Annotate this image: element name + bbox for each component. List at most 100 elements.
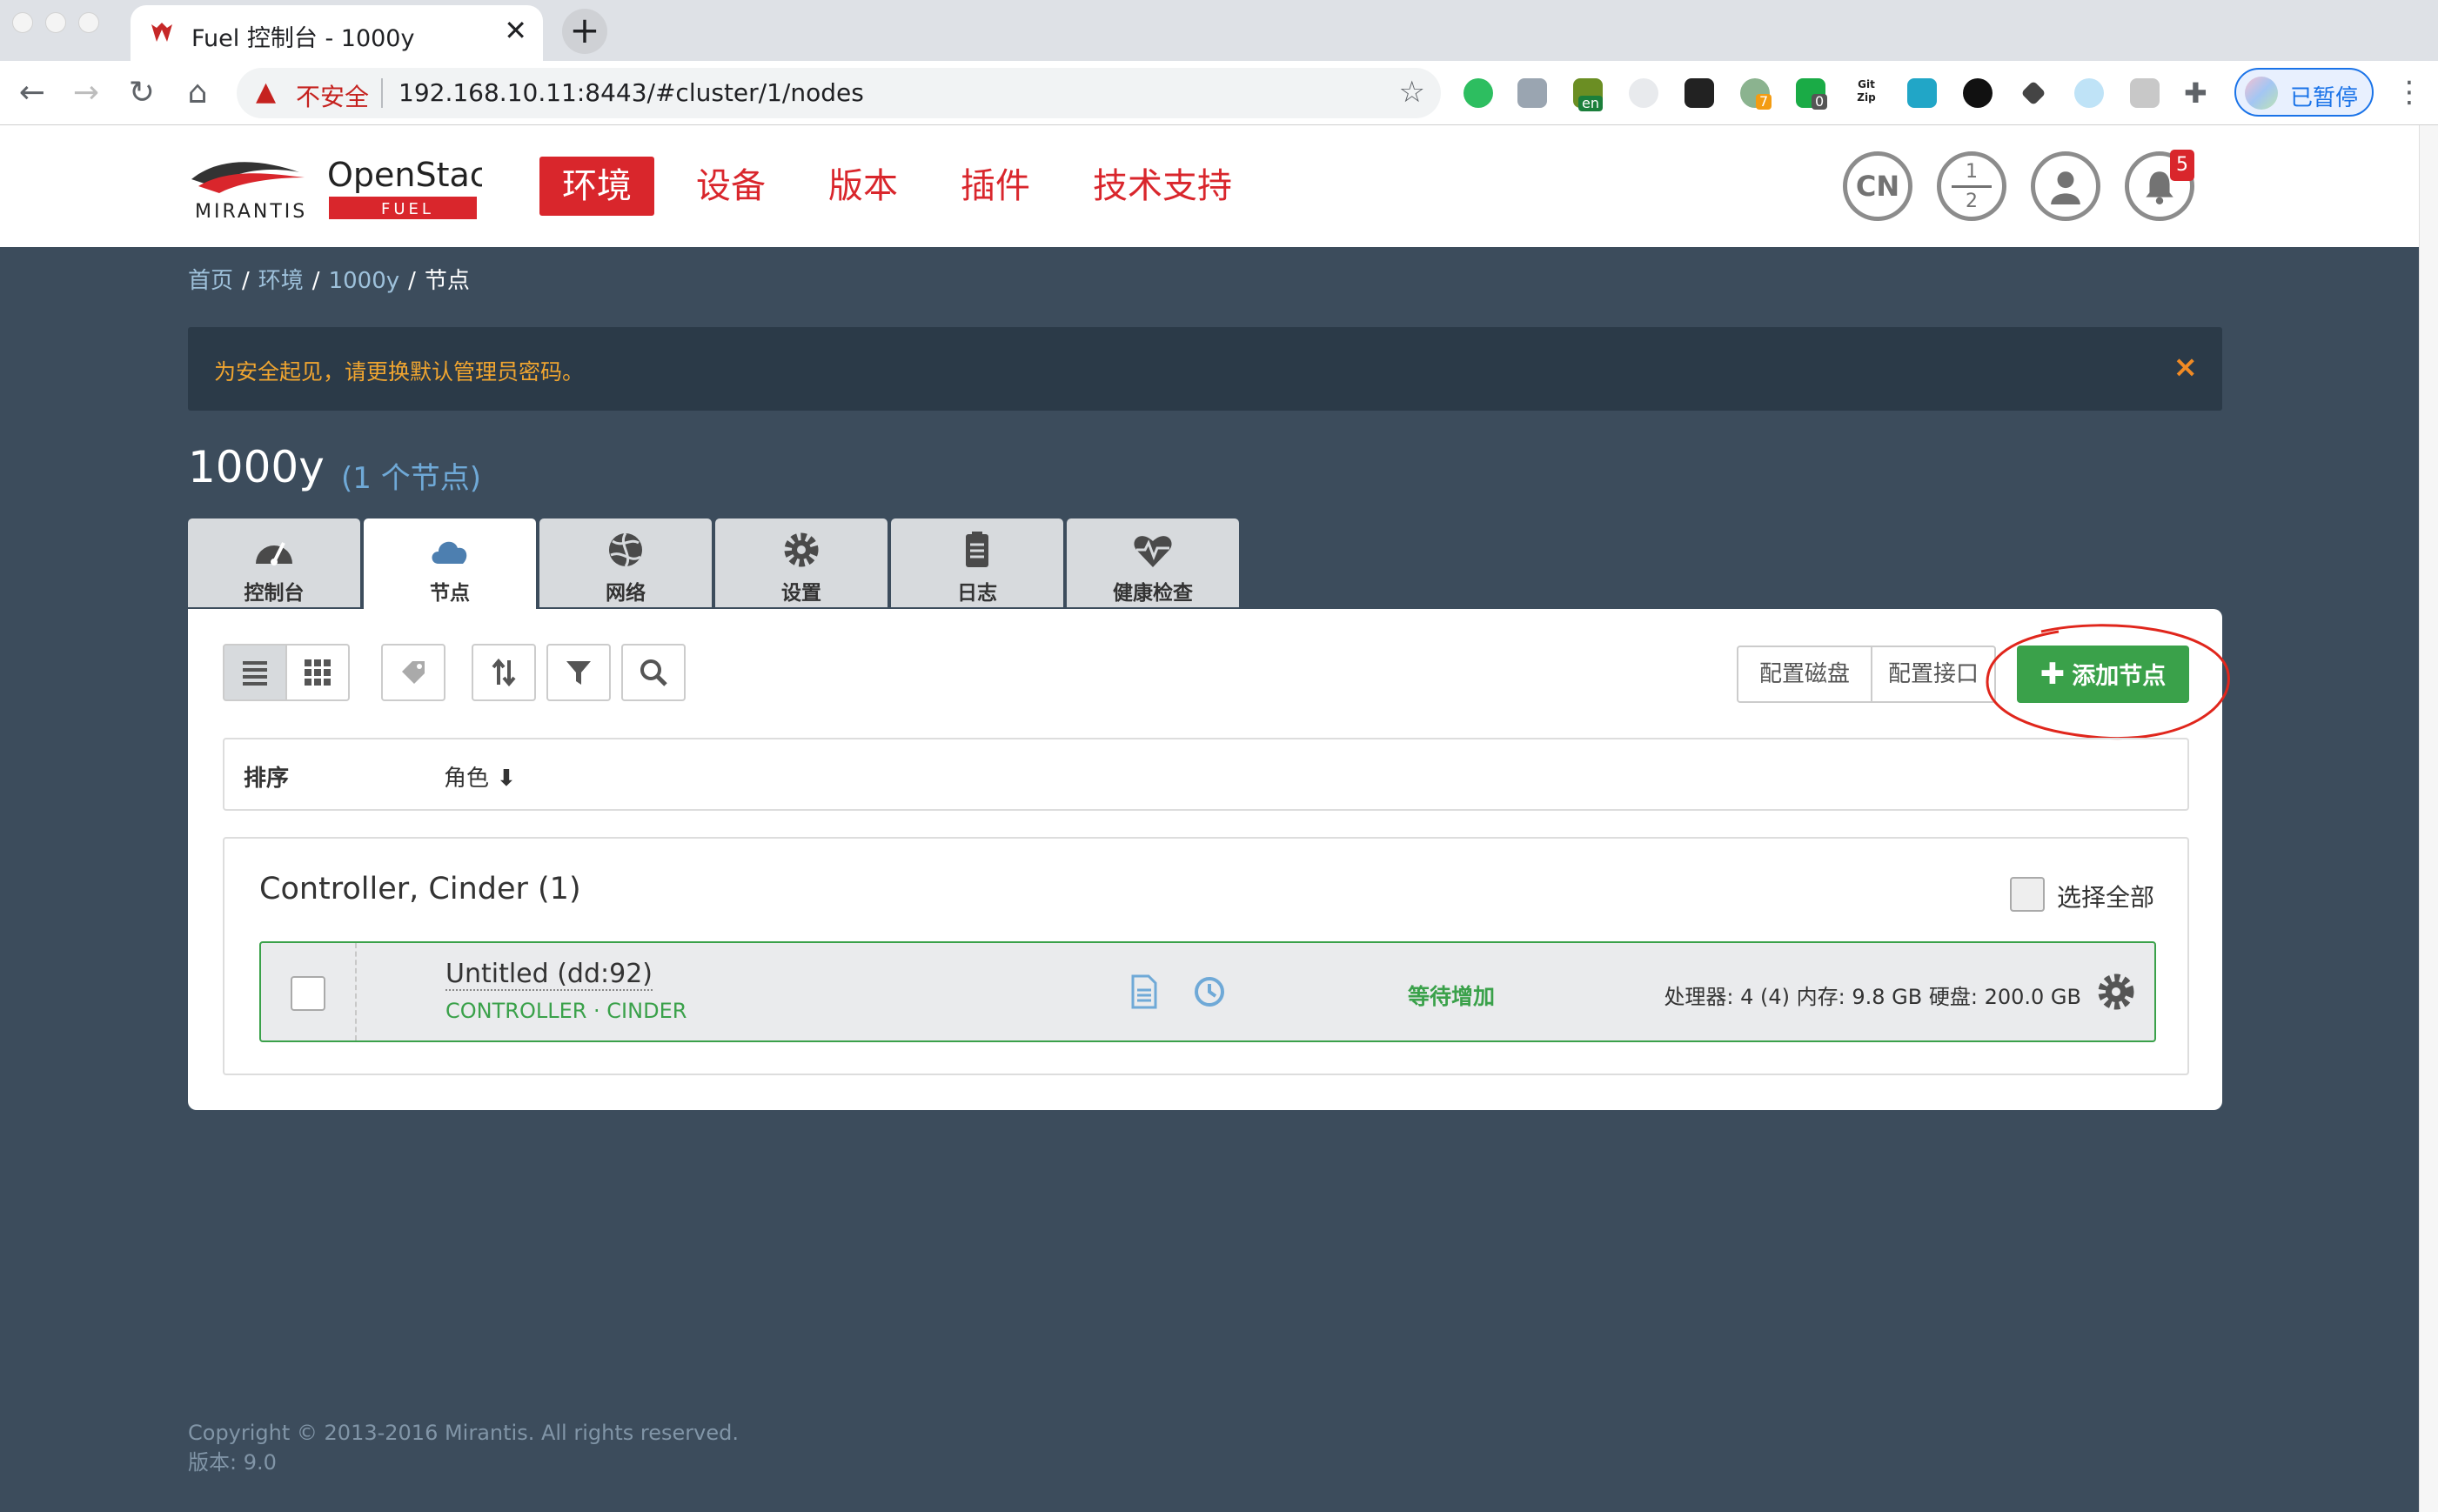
profile-paused-button[interactable]: 已暂停: [2234, 68, 2374, 117]
tag-icon: [402, 661, 425, 684]
share-extension-icon[interactable]: [1907, 78, 1937, 108]
breadcrumb-environment[interactable]: 1000y: [329, 268, 400, 294]
group-title: Controller, Cinder (1): [259, 872, 581, 907]
tab-settings[interactable]: 设置: [715, 518, 887, 607]
reload-icon[interactable]: ↻: [122, 73, 162, 113]
filter-icon: [566, 661, 591, 685]
bookmark-star-icon[interactable]: ☆: [1399, 75, 1425, 110]
home-icon[interactable]: ⌂: [177, 73, 218, 113]
dashboard-icon: [256, 542, 292, 565]
breadcrumb-separator: /: [408, 268, 416, 294]
select-all-checkbox[interactable]: [2010, 877, 2045, 912]
tab-close-icon[interactable]: ✕: [504, 14, 527, 47]
page-scrollbar[interactable]: [2419, 125, 2438, 1512]
log-file-icon[interactable]: [1129, 974, 1159, 1009]
url-text[interactable]: 192.168.10.11:8443/#cluster/1/nodes: [399, 78, 864, 107]
stats-divider: [1952, 185, 1992, 188]
security-label[interactable]: 不安全: [296, 78, 369, 113]
grid-icon: [305, 659, 331, 686]
nav-plugins[interactable]: 插件: [961, 157, 1030, 216]
browser-tab[interactable]: Fuel 控制台 - 1000y ✕: [131, 5, 543, 61]
openstack-fuel-logo[interactable]: MIRANTIS OpenStack FUEL: [186, 148, 482, 226]
tab-network[interactable]: 网络: [539, 518, 712, 607]
heart-icon: [1134, 536, 1172, 567]
breadcrumb-current: 节点: [424, 268, 470, 294]
node-count: (1 个节点): [341, 461, 481, 496]
download-extension-icon[interactable]: [1517, 78, 1547, 108]
tab-label: 控制台: [244, 582, 305, 605]
configure-disks-button[interactable]: 配置磁盘: [1737, 646, 1872, 703]
nav-environments[interactable]: 环境: [539, 157, 654, 216]
tab-nodes[interactable]: 节点: [364, 518, 536, 609]
sort-field-label: 角色: [444, 766, 490, 792]
environment-title: 1000y: [188, 442, 325, 492]
breadcrumb-separator: /: [311, 268, 320, 294]
user-icon: [2051, 171, 2080, 204]
circle-extension-icon[interactable]: [1963, 78, 1993, 108]
sort-by-role-button[interactable]: 角色 ⬇: [444, 760, 516, 793]
language-button[interactable]: CN: [1843, 151, 1912, 221]
window-maximize-button[interactable]: [78, 12, 99, 33]
node-hardware: 处理器: 4 (4) 内存: 9.8 GB 硬盘: 200.0 GB: [1664, 985, 2081, 1009]
window-minimize-button[interactable]: [45, 12, 66, 33]
clipboard-icon: [966, 532, 988, 567]
node-settings-gear-icon[interactable]: [2095, 971, 2137, 1013]
user-button[interactable]: [2031, 151, 2100, 221]
nav-releases[interactable]: 版本: [828, 157, 898, 216]
filter-button[interactable]: [546, 644, 611, 701]
tab-label: 节点: [430, 582, 470, 605]
stats-bottom: 2: [1966, 191, 1978, 212]
node-name[interactable]: Untitled (dd:92): [445, 959, 653, 991]
omnibox-separator: [381, 78, 383, 108]
tab-health-check[interactable]: 健康检查: [1067, 518, 1239, 607]
annotation-circle: [1986, 624, 2230, 740]
labels-button[interactable]: [381, 644, 445, 701]
back-icon[interactable]: ←: [12, 73, 52, 113]
profile-avatar-icon: [2245, 77, 2278, 110]
nodes-panel: 配置磁盘 配置接口 ✚ 添加节点 排序 角色 ⬇ Controller, Cind…: [188, 609, 2230, 1110]
address-bar[interactable]: ▲ 不安全 192.168.10.11:8443/#cluster/1/node…: [237, 68, 1441, 118]
network-icon: [609, 532, 642, 567]
gear-icon: [784, 532, 819, 567]
window-close-button[interactable]: [12, 12, 33, 33]
extensions-puzzle-icon[interactable]: ✚: [2184, 78, 2214, 108]
browser-menu-icon[interactable]: ⋮: [2394, 75, 2424, 110]
nav-equipment[interactable]: 设备: [696, 157, 766, 216]
tab-logs[interactable]: 日志: [891, 518, 1063, 607]
search-button[interactable]: [621, 644, 686, 701]
grid-view-button[interactable]: [285, 644, 350, 701]
select-all-label[interactable]: 选择全部: [2057, 879, 2154, 913]
node-status: 等待增加: [1408, 984, 1496, 1009]
translate-extension-icon[interactable]: en: [1573, 78, 1603, 111]
arrow-down-icon: ⬇: [489, 766, 516, 792]
history-icon[interactable]: [1192, 974, 1227, 1009]
folder-extension-icon[interactable]: [2130, 78, 2160, 108]
shield-extension-icon[interactable]: 0: [1796, 78, 1828, 110]
breadcrumb-home[interactable]: 首页: [188, 268, 233, 294]
breadcrumb-environments[interactable]: 环境: [258, 268, 304, 294]
sort-button[interactable]: [472, 644, 536, 701]
alert-close-icon[interactable]: ×: [2173, 350, 2199, 385]
cloud-extension-icon[interactable]: [1629, 78, 1658, 108]
node-stats-button[interactable]: 1 2: [1937, 151, 2006, 221]
app-header: MIRANTIS OpenStack FUEL 环境 设备 版本 插件 技术支持…: [0, 125, 2419, 247]
node-row[interactable]: Untitled (dd:92) CONTROLLER · CINDER 等待增…: [259, 941, 2156, 1042]
profile-status: 已暂停: [2290, 85, 2359, 111]
nav-support[interactable]: 技术支持: [1093, 157, 1232, 216]
gitzip-extension-icon[interactable]: Git Zip: [1852, 78, 1881, 108]
tab-label: 日志: [957, 582, 997, 605]
evernote-extension-icon[interactable]: [1463, 78, 1493, 108]
pen-extension-icon[interactable]: [2020, 80, 2046, 106]
forward-icon[interactable]: →: [66, 73, 106, 113]
wechat-extension-icon[interactable]: 7: [1740, 78, 1772, 110]
tampermonkey-extension-icon[interactable]: [1684, 78, 1714, 108]
configure-interfaces-button[interactable]: 配置接口: [1871, 646, 1996, 703]
tab-dashboard[interactable]: 控制台: [188, 518, 360, 607]
cloud-sync-extension-icon[interactable]: [2074, 78, 2104, 108]
new-tab-button[interactable]: +: [562, 9, 607, 54]
list-icon: [243, 661, 267, 686]
logo-brand: MIRANTIS: [195, 201, 307, 223]
browser-tab-strip: Fuel 控制台 - 1000y ✕ +: [0, 0, 2438, 61]
node-checkbox[interactable]: [291, 976, 325, 1011]
list-view-button[interactable]: [223, 644, 287, 701]
